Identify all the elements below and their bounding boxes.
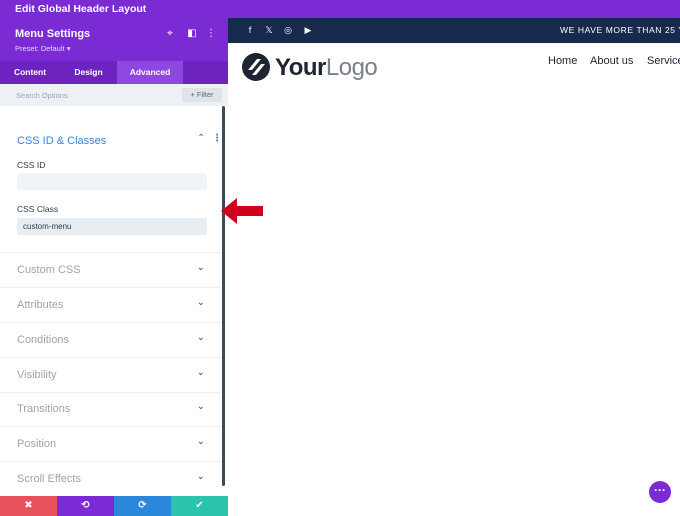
facebook-icon[interactable]: f [244,24,256,36]
chevron-down-icon: ⌄ [197,401,205,411]
instagram-icon[interactable]: ◎ [282,24,294,36]
preset-selector[interactable]: Preset: Default ▾ [15,44,70,53]
section-label: Custom CSS [17,264,81,276]
settings-panel: Menu Settings Preset: Default ▾ ⌖ ◧ ⋮ Co… [0,18,228,516]
logo-text-your: Your [275,54,326,81]
chevron-down-icon: ⌄ [197,262,205,272]
nav-link-home[interactable]: Home [548,55,577,67]
scrollbar-thumb[interactable] [222,106,225,486]
tab-design[interactable]: Design [60,61,117,84]
settings-tabs: Content Design Advanced [0,61,228,84]
section-css-id-classes: CSS ID & Classes ⌃ ⋮ CSS ID CSS Class [0,106,222,253]
panel-header: Menu Settings Preset: Default ▾ ⌖ ◧ ⋮ [0,18,228,61]
section-label: Attributes [17,299,64,311]
x-twitter-icon[interactable]: 𝕏 [263,24,275,36]
section-attributes[interactable]: Attributes ⌄ [0,288,222,323]
more-horizontal-icon: ··· [654,483,666,497]
focus-icon[interactable]: ⌖ [164,28,176,40]
search-options-input[interactable] [10,88,170,102]
close-icon: ✖ [24,500,33,511]
module-name: Menu Settings [15,28,91,40]
action-bar: ✖ ⟲ ⟳ ✔ [0,496,228,516]
tab-advanced[interactable]: Advanced [117,61,183,84]
section-label: Scroll Effects [17,473,81,485]
section-scroll-effects[interactable]: Scroll Effects ⌄ [0,462,222,497]
nav-link-service[interactable]: Service [647,55,680,67]
section-label: Visibility [17,369,57,381]
chevron-down-icon: ⌄ [197,471,205,481]
checkmark-icon: ✔ [195,500,204,511]
css-id-field[interactable] [17,173,207,190]
sidebar-toggle-icon[interactable]: ◧ [186,28,198,40]
css-class-field[interactable] [17,218,207,235]
redo-button[interactable]: ⟳ [114,496,171,516]
section-position[interactable]: Position ⌄ [0,427,222,462]
section-conditions[interactable]: Conditions ⌄ [0,323,222,358]
logo-text-logo: Logo [325,54,378,81]
section-custom-css[interactable]: Custom CSS ⌄ [0,253,222,288]
section-label: Position [17,438,57,450]
section-label: Transitions [17,403,71,415]
more-vertical-icon[interactable]: ⋮ [212,133,222,144]
section-transitions[interactable]: Transitions ⌄ [0,392,222,427]
filter-button[interactable]: + Filter [182,88,222,102]
annotation-arrow-icon [221,198,263,224]
undo-button[interactable]: ⟲ [57,496,114,516]
nav-link-about-us[interactable]: About us [590,55,633,67]
discard-button[interactable]: ✖ [0,496,57,516]
chevron-down-icon: ⌄ [197,297,205,307]
css-id-label: CSS ID [17,160,46,170]
chevron-down-icon: ⌄ [197,332,205,342]
section-label: Conditions [17,334,69,346]
site-header: YourLogo Home About us Service [228,43,680,93]
top-bar-tagline: WE HAVE MORE THAN 25 YEA [560,25,680,35]
section-visibility[interactable]: Visibility ⌄ [0,358,222,393]
more-vertical-icon[interactable]: ⋮ [205,28,217,40]
builder-menu-button[interactable]: ··· [649,481,671,503]
title-bar: Edit Global Header Layout [0,0,680,18]
panel-scrollbar[interactable] [222,106,226,516]
chevron-down-icon: ⌄ [197,436,205,446]
chevron-up-icon[interactable]: ⌃ [197,133,205,144]
logo-mark-icon [242,53,270,81]
css-class-label: CSS Class [17,204,59,214]
section-title[interactable]: CSS ID & Classes [17,135,106,147]
window-title: Edit Global Header Layout [15,3,147,15]
undo-icon: ⟲ [81,500,90,511]
youtube-icon[interactable]: ▶ [302,24,314,36]
site-top-bar: f 𝕏 ◎ ▶ WE HAVE MORE THAN 25 YEA [228,18,680,43]
save-button[interactable]: ✔ [171,496,228,516]
redo-icon: ⟳ [138,500,147,511]
chevron-down-icon: ⌄ [197,367,205,377]
search-bar: + Filter [0,84,228,106]
tab-content[interactable]: Content [0,61,60,84]
logo-text: YourLogo [275,54,378,82]
